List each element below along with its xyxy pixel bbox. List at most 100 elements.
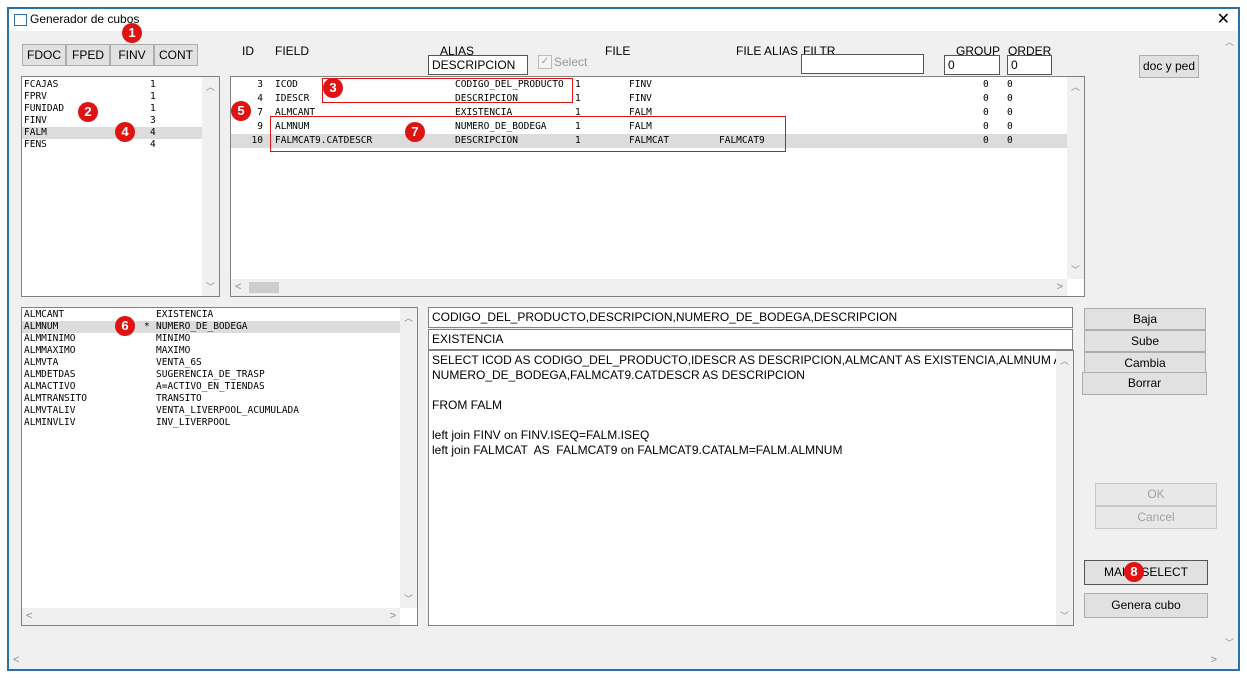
sql-line	[432, 413, 1052, 428]
file-count: 1	[150, 91, 156, 102]
select-checkbox[interactable]: ✓	[538, 55, 552, 69]
available-fields-vscrollbar[interactable]: ︿ ﹀	[400, 308, 417, 608]
sql-textarea[interactable]: SELECT ICOD AS CODIGO_DEL_PRODUCTO,IDESC…	[428, 350, 1074, 626]
col-header-id: ID	[242, 44, 254, 58]
alias-input[interactable]: DESCRIPCION	[428, 55, 528, 75]
annotation-badge-5: 5	[231, 101, 251, 121]
sql-line: left join FALMCAT AS FALMCAT9 on FALMCAT…	[432, 443, 843, 457]
cell-file: FINV	[629, 79, 652, 90]
files-list[interactable]: FCAJAS 1 FPRV 1 FUNIDAD 1 FINV 3 FALM 4 FENS 4 ︿ ﹀	[21, 76, 220, 297]
cancel-button[interactable]: Cancel	[1095, 506, 1217, 529]
baja-button[interactable]: Baja	[1084, 308, 1206, 330]
field-alias: MAXIMO	[156, 345, 191, 356]
sql-line: left join FINV on FINV.ISEQ=FALM.ISEQ	[432, 428, 650, 442]
order-input[interactable]: 0	[1007, 55, 1052, 75]
title-bar: Generador de cubos ✕	[9, 9, 1238, 31]
file-count: 4	[150, 127, 156, 138]
list-item[interactable]: ALMMAXIMO MAXIMO	[22, 345, 400, 357]
field-name: ALMNUM	[24, 321, 59, 332]
cell-order: 0	[1007, 107, 1013, 118]
tab-fdoc[interactable]: FDOC	[22, 44, 66, 66]
fields-grid-vscrollbar[interactable]: ︿ ﹀	[1067, 77, 1084, 279]
cell-id: 9	[257, 121, 263, 132]
list-item[interactable]: FUNIDAD 1	[22, 103, 204, 115]
annotation-badge-1: 1	[122, 23, 142, 43]
file-count: 3	[150, 115, 156, 126]
make-select-button[interactable]: MAKE SELECT	[1084, 560, 1208, 585]
annotation-badge-2: 2	[78, 102, 98, 122]
field-alias: VENTA_6S	[156, 357, 202, 368]
available-fields-list[interactable]: ALMCANT EXISTENCIA ALMNUM * NUMERO_DE_BODEGA…	[21, 307, 418, 626]
files-list-scrollbar[interactable]: ︿ ﹀	[202, 77, 219, 296]
cell-id: 10	[251, 135, 263, 146]
cambia-button[interactable]: Cambia	[1084, 352, 1206, 374]
filtr-input[interactable]	[801, 54, 924, 74]
window-vscrollbar[interactable]: ︿ ﹀	[1221, 32, 1238, 652]
window-title: Generador de cubos	[30, 12, 140, 26]
file-count: 1	[150, 79, 156, 90]
file-name: FENS	[24, 139, 47, 150]
list-item[interactable]: ALMTRANSITO TRANSITO	[22, 393, 400, 405]
cell-id: 3	[257, 79, 263, 90]
list-item[interactable]: FALM 4	[22, 127, 204, 139]
annotation-badge-7: 7	[405, 122, 425, 142]
list-item[interactable]: FCAJAS 1	[22, 79, 204, 91]
field-name: ALMVTA	[24, 357, 59, 368]
list-item[interactable]: ALMACTIVO A=ACTIVO_EN_TIENDAS	[22, 381, 400, 393]
available-fields-hscrollbar[interactable]: < >	[22, 608, 400, 625]
field-name: ALMDETDAS	[24, 369, 76, 380]
close-icon[interactable]: ✕	[1217, 9, 1230, 29]
cell-group: 0	[983, 121, 989, 132]
annotation-badge-8: 8	[1124, 562, 1144, 582]
cell-order: 0	[1007, 93, 1013, 104]
cell-order: 0	[1007, 135, 1013, 146]
tab-finv[interactable]: FINV	[110, 44, 154, 66]
list-item[interactable]: FENS 4	[22, 139, 204, 151]
field-mark: *	[144, 321, 150, 332]
ok-button[interactable]: OK	[1095, 483, 1217, 506]
file-count: 4	[150, 139, 156, 150]
tab-cont[interactable]: CONT	[154, 44, 198, 66]
file-name: FALM	[24, 127, 47, 138]
group-input[interactable]: 0	[944, 55, 1000, 75]
field-name: ALMTRANSITO	[24, 393, 87, 404]
col-header-file: FILE	[605, 44, 631, 58]
list-item[interactable]: ALMMINIMO MINIMO	[22, 333, 400, 345]
field-alias: MINIMO	[156, 333, 191, 344]
cell-n: 1	[575, 79, 581, 90]
genera-cubo-button[interactable]: Genera cubo	[1084, 593, 1208, 618]
list-item[interactable]: FPRV 1	[22, 91, 204, 103]
list-item[interactable]: ALMVTALIV VENTA_LIVERPOOL_ACUMULADA	[22, 405, 400, 417]
cell-group: 0	[983, 107, 989, 118]
field-name: ALMINVLIV	[24, 417, 76, 428]
select-checkbox-label: Select	[554, 55, 588, 69]
window-hscrollbar[interactable]: < >	[9, 652, 1221, 669]
columns-summary-field[interactable]: CODIGO_DEL_PRODUCTO,DESCRIPCION,NUMERO_D…	[428, 307, 1073, 328]
file-name: FCAJAS	[24, 79, 59, 90]
field-name: ALMACTIVO	[24, 381, 76, 392]
window-icon	[14, 14, 27, 26]
cell-order: 0	[1007, 121, 1013, 132]
cell-group: 0	[983, 93, 989, 104]
list-item[interactable]: FINV 3	[22, 115, 204, 127]
annotation-badge-6: 6	[115, 316, 135, 336]
field-alias: VENTA_LIVERPOOL_ACUMULADA	[156, 405, 299, 416]
tab-fped[interactable]: FPED	[66, 44, 110, 66]
sql-line: SELECT ICOD AS CODIGO_DEL_PRODUCTO,IDESC…	[432, 353, 1070, 367]
sql-line: NUMERO_DE_BODEGA,FALMCAT9.CATDESCR AS DE…	[432, 368, 805, 382]
fields-grid[interactable]: 3 ICOD CODIGO_DEL_PRODUCTO 1 FINV 0 0 4 IDESCR DE…	[230, 76, 1085, 297]
file-name: FPRV	[24, 91, 47, 102]
field-alias: EXISTENCIA	[156, 309, 214, 320]
field-name: ALMMINIMO	[24, 333, 76, 344]
sql-scrollbar[interactable]: ︿ ﹀	[1056, 351, 1073, 625]
list-item[interactable]: ALMNUM * NUMERO_DE_BODEGA	[22, 321, 400, 333]
doc-y-ped-button[interactable]: doc y ped	[1139, 55, 1199, 78]
borrar-button[interactable]: Borrar	[1082, 372, 1207, 395]
fields-grid-hscrollbar[interactable]: < >	[231, 279, 1067, 296]
sube-button[interactable]: Sube	[1084, 330, 1206, 352]
list-item[interactable]: ALMINVLIV INV_LIVERPOOL	[22, 417, 400, 429]
group-summary-field[interactable]: EXISTENCIA	[428, 329, 1073, 350]
list-item[interactable]: ALMCANT EXISTENCIA	[22, 309, 400, 321]
list-item[interactable]: ALMVTA VENTA_6S	[22, 357, 400, 369]
list-item[interactable]: ALMDETDAS SUGERENCIA_DE_TRASP	[22, 369, 400, 381]
